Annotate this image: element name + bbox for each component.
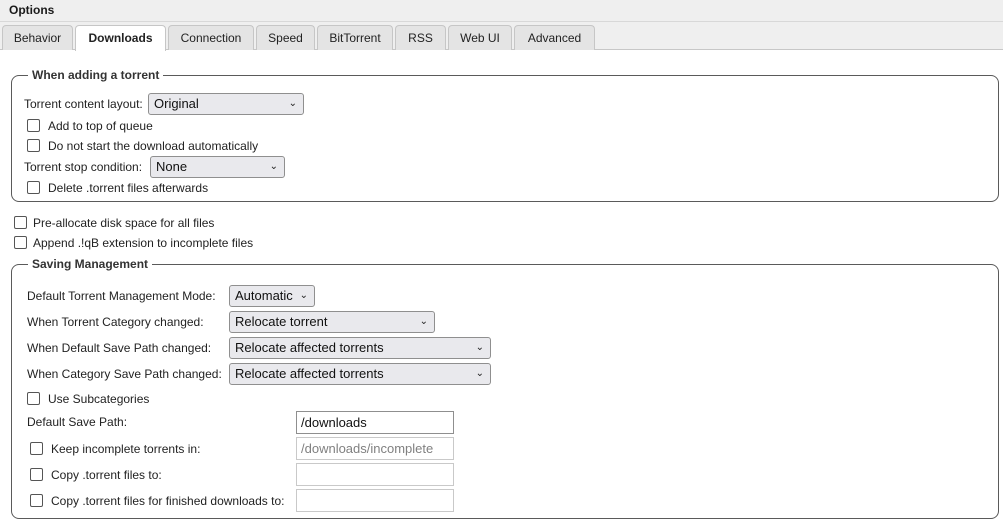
keep-incomplete-checkbox[interactable] [30,442,43,455]
content-layout-label: Torrent content layout: [24,97,143,111]
stop-condition-label: Torrent stop condition: [24,160,143,174]
copy-torrent-checkbox[interactable] [30,468,43,481]
default-path-changed-select[interactable]: Relocate affected torrents ⌄ [229,337,491,359]
keep-incomplete-input[interactable]: /downloads/incomplete [296,437,454,460]
preallocate-label: Pre-allocate disk space for all files [33,216,215,230]
tab-downloads[interactable]: Downloads [75,25,166,51]
default-save-path-input[interactable]: /downloads [296,411,454,434]
tab-speed[interactable]: Speed [256,25,315,50]
chevron-down-icon: ⌄ [419,316,428,327]
tab-connection[interactable]: Connection [168,25,254,50]
content-layout-select[interactable]: Original ⌄ [148,93,304,115]
saving-management-legend: Saving Management [32,257,149,271]
content-layout-value: Original [154,96,199,111]
category-path-changed-value: Relocate affected torrents [235,366,384,381]
copy-torrent-label: Copy .torrent files to: [51,468,162,482]
tab-rss[interactable]: RSS [395,25,446,50]
chevron-down-icon: ⌄ [269,161,278,172]
management-mode-select[interactable]: Automatic ⌄ [229,285,315,307]
delete-torrent-label: Delete .torrent files afterwards [48,181,209,195]
use-subcategories-checkbox[interactable] [27,392,40,405]
add-top-queue-label: Add to top of queue [48,119,153,133]
chevron-down-icon: ⌄ [299,290,308,301]
preallocate-checkbox[interactable] [14,216,27,229]
stop-condition-value: None [156,159,188,174]
no-autostart-label: Do not start the download automatically [48,139,259,153]
category-changed-value: Relocate torrent [235,314,328,329]
keep-incomplete-label: Keep incomplete torrents in: [51,442,201,456]
category-changed-select[interactable]: Relocate torrent ⌄ [229,311,435,333]
append-ext-label: Append .!qB extension to incomplete file… [33,236,254,250]
category-path-changed-select[interactable]: Relocate affected torrents ⌄ [229,363,491,385]
window-title: Options [9,3,55,17]
category-changed-label: When Torrent Category changed: [27,315,204,329]
management-mode-value: Automatic [235,288,293,303]
adding-torrent-legend: When adding a torrent [32,68,160,82]
tab-behavior[interactable]: Behavior [2,25,73,50]
copy-finished-input[interactable] [296,489,454,512]
copy-torrent-input[interactable] [296,463,454,486]
tab-advanced[interactable]: Advanced [514,25,595,50]
chevron-down-icon: ⌄ [475,342,484,353]
no-autostart-checkbox[interactable] [27,139,40,152]
copy-finished-checkbox[interactable] [30,494,43,507]
append-ext-checkbox[interactable] [14,236,27,249]
tab-web-ui[interactable]: Web UI [448,25,512,50]
chevron-down-icon: ⌄ [288,98,297,109]
management-mode-label: Default Torrent Management Mode: [27,289,216,303]
add-top-queue-checkbox[interactable] [27,119,40,132]
copy-finished-label: Copy .torrent files for finished downloa… [51,494,285,508]
window-titlebar: Options [0,0,1003,22]
use-subcategories-label: Use Subcategories [48,392,150,406]
default-save-path-label: Default Save Path: [27,415,128,429]
stop-condition-select[interactable]: None ⌄ [150,156,285,178]
default-path-changed-value: Relocate affected torrents [235,340,384,355]
chevron-down-icon: ⌄ [475,368,484,379]
delete-torrent-checkbox[interactable] [27,181,40,194]
tab-bar: Behavior Downloads Connection Speed BitT… [0,22,1003,51]
tab-bittorrent[interactable]: BitTorrent [317,25,393,50]
default-path-changed-label: When Default Save Path changed: [27,341,212,355]
category-path-changed-label: When Category Save Path changed: [27,367,222,381]
